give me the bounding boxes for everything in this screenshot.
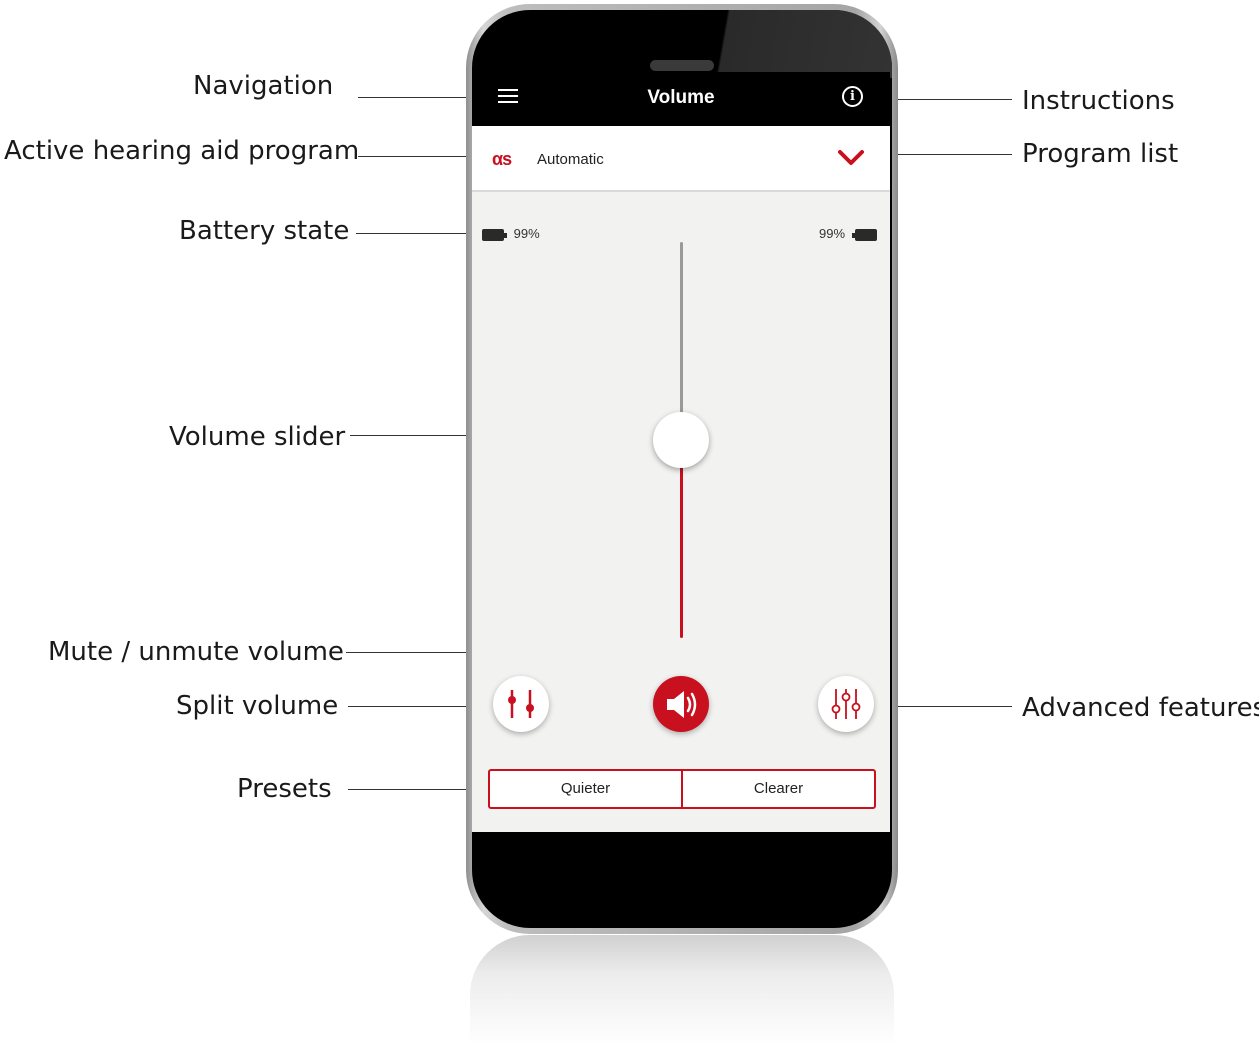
volume-slider-thumb[interactable] — [653, 412, 709, 468]
preset-quieter-button[interactable]: Quieter — [490, 771, 681, 807]
advanced-features-button[interactable] — [818, 676, 874, 732]
phone-reflection — [470, 935, 894, 1045]
split-volume-button[interactable] — [493, 676, 549, 732]
equalizer-icon — [831, 689, 861, 719]
annotation-advanced-features: Advanced features — [1022, 693, 1259, 723]
battery-right: 99% — [819, 226, 877, 241]
app-bar: Volume i — [472, 72, 890, 126]
program-selector[interactable]: αs Automatic — [472, 126, 890, 192]
volume-slider-track-remaining[interactable] — [680, 242, 683, 440]
preset-clearer-button[interactable]: Clearer — [681, 771, 874, 807]
app-screen: Volume i αs Automatic 99% 99% Quieter Cl… — [472, 72, 890, 832]
split-volume-icon — [508, 690, 534, 718]
annotation-program-list: Program list — [1022, 139, 1179, 169]
annotation-navigation: Navigation — [193, 71, 334, 101]
annotation-battery-state: Battery state — [179, 216, 350, 246]
program-automatic-icon: αs — [492, 149, 512, 169]
battery-right-value: 99% — [819, 226, 846, 241]
page-title: Volume — [647, 87, 715, 108]
phone-speaker — [650, 60, 714, 71]
battery-icon — [482, 228, 507, 241]
annotation-active-program: Active hearing aid program — [4, 136, 360, 166]
volume-slider-track-filled[interactable] — [680, 440, 683, 638]
mute-unmute-button[interactable] — [653, 676, 709, 732]
battery-icon — [851, 228, 877, 241]
battery-left-value: 99% — [513, 226, 540, 241]
annotation-instructions: Instructions — [1022, 86, 1175, 116]
annotation-split-volume: Split volume — [176, 691, 339, 721]
annotation-presets: Presets — [237, 774, 332, 804]
speaker-icon — [667, 691, 697, 718]
chevron-down-icon[interactable] — [838, 150, 864, 166]
leader-line-advanced-features — [884, 706, 1012, 707]
battery-left: 99% — [482, 226, 540, 241]
annotation-volume-slider: Volume slider — [169, 422, 346, 452]
annotation-mute-unmute: Mute / unmute volume — [48, 637, 344, 667]
program-name: Automatic — [537, 151, 604, 168]
presets-group: Quieter Clearer — [488, 769, 876, 809]
info-icon[interactable]: i — [842, 86, 863, 107]
leader-line-battery-state — [356, 233, 480, 234]
